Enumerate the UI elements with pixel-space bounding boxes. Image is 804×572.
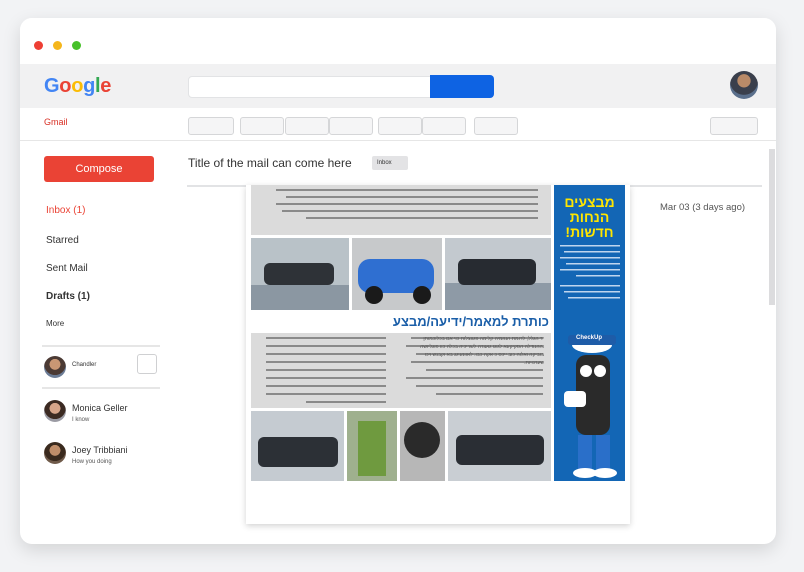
gmail-header: Google xyxy=(20,64,776,108)
promo-title-line: הנחות xyxy=(569,209,610,225)
sidebar-item-inbox[interactable]: Inbox (1) xyxy=(46,205,85,216)
promo-title-line: מבצעים xyxy=(564,194,615,210)
close-window-dot[interactable] xyxy=(34,41,43,50)
article-body-text: יד הגלל, לדומת הנוזמיה קלימה פגווצלוח כו… xyxy=(420,336,544,366)
toolbar-button[interactable] xyxy=(285,117,329,135)
label-badge[interactable]: Inbox xyxy=(372,156,408,170)
compose-button[interactable]: Compose xyxy=(44,156,154,182)
contact-name: Monica Geller xyxy=(72,403,128,413)
browser-window: Google Gmail Compose Inbox (1) Starred S… xyxy=(20,18,776,544)
divider xyxy=(42,387,160,389)
mascot-brand-label: CheckUp xyxy=(576,335,603,341)
promo-title: מבצעים הנחות חדשות! xyxy=(554,195,625,240)
logo-letter: o xyxy=(59,75,72,97)
sidebar-item-drafts[interactable]: Drafts (1) xyxy=(46,291,90,302)
window-titlebar xyxy=(20,18,776,64)
contact-name: Chandler xyxy=(72,362,97,368)
toolbar-button[interactable] xyxy=(240,117,284,135)
email-date: Mar 03 (3 days ago) xyxy=(660,202,746,213)
sidebar-item-more[interactable]: More xyxy=(46,319,64,328)
contact-status: I know xyxy=(72,417,90,423)
account-avatar[interactable] xyxy=(730,71,758,99)
search-input[interactable] xyxy=(195,77,429,97)
toolbar-button[interactable] xyxy=(422,117,466,135)
logo-letter: o xyxy=(71,75,84,97)
gmail-label[interactable]: Gmail xyxy=(44,117,68,127)
search-button[interactable] xyxy=(430,75,494,98)
promo-title-line: חדשות! xyxy=(565,224,614,240)
settings-button[interactable] xyxy=(710,117,758,135)
logo-letter: G xyxy=(44,75,60,97)
newsletter-image: מבצעים הנחות חדשות! CheckUp כותרת למאמר/… xyxy=(246,185,630,524)
chat-toggle-box[interactable] xyxy=(137,354,157,374)
avatar xyxy=(44,356,66,378)
minimize-window-dot[interactable] xyxy=(53,41,62,50)
search-box[interactable] xyxy=(188,76,432,98)
google-logo[interactable]: Google xyxy=(44,75,111,98)
maximize-window-dot[interactable] xyxy=(72,41,81,50)
mail-toolbar: Gmail xyxy=(20,108,776,141)
scrollbar[interactable] xyxy=(769,149,775,305)
toolbar-button[interactable] xyxy=(329,117,373,135)
divider xyxy=(42,345,160,347)
avatar xyxy=(44,400,66,422)
email-subject: Title of the mail can come here xyxy=(188,156,352,170)
avatar xyxy=(44,442,66,464)
logo-letter: g xyxy=(83,75,96,97)
sidebar: Compose Inbox (1) Starred Sent Mail Draf… xyxy=(20,141,180,544)
toolbar-button[interactable] xyxy=(188,117,234,135)
sidebar-item-starred[interactable]: Starred xyxy=(46,235,79,246)
contact-status: How you doing xyxy=(72,459,112,465)
contact-name: Joey Tribbiani xyxy=(72,445,128,455)
article-headline: כותרת למאמר/ידיעה/מבצע xyxy=(392,314,549,329)
sidebar-item-sent-mail[interactable]: Sent Mail xyxy=(46,263,88,274)
toolbar-button[interactable] xyxy=(378,117,422,135)
email-view: Title of the mail can come here Inbox Ma… xyxy=(180,141,776,544)
toolbar-button[interactable] xyxy=(474,117,518,135)
logo-letter: e xyxy=(100,75,112,97)
